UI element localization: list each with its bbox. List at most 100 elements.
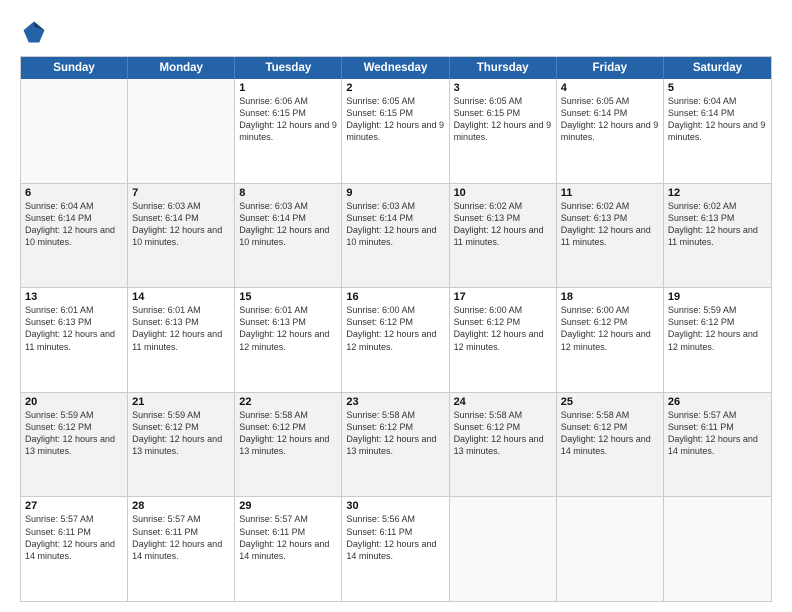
cell-info: Sunrise: 6:02 AM Sunset: 6:13 PM Dayligh…: [454, 200, 552, 249]
calendar-cell: 26Sunrise: 5:57 AM Sunset: 6:11 PM Dayli…: [664, 393, 771, 497]
calendar-cell: 16Sunrise: 6:00 AM Sunset: 6:12 PM Dayli…: [342, 288, 449, 392]
day-number: 28: [132, 500, 230, 512]
calendar-cell: 17Sunrise: 6:00 AM Sunset: 6:12 PM Dayli…: [450, 288, 557, 392]
day-number: 26: [668, 396, 767, 408]
day-number: 1: [239, 82, 337, 94]
cell-info: Sunrise: 5:56 AM Sunset: 6:11 PM Dayligh…: [346, 513, 444, 562]
day-number: 29: [239, 500, 337, 512]
cell-info: Sunrise: 6:05 AM Sunset: 6:14 PM Dayligh…: [561, 95, 659, 144]
cell-info: Sunrise: 6:03 AM Sunset: 6:14 PM Dayligh…: [239, 200, 337, 249]
day-number: 12: [668, 187, 767, 199]
cell-info: Sunrise: 6:00 AM Sunset: 6:12 PM Dayligh…: [346, 304, 444, 353]
day-number: 30: [346, 500, 444, 512]
day-number: 8: [239, 187, 337, 199]
day-number: 11: [561, 187, 659, 199]
calendar-cell: 29Sunrise: 5:57 AM Sunset: 6:11 PM Dayli…: [235, 497, 342, 601]
calendar-cell: 15Sunrise: 6:01 AM Sunset: 6:13 PM Dayli…: [235, 288, 342, 392]
day-number: 6: [25, 187, 123, 199]
logo: [20, 18, 52, 46]
cell-info: Sunrise: 6:01 AM Sunset: 6:13 PM Dayligh…: [25, 304, 123, 353]
day-number: 7: [132, 187, 230, 199]
day-number: 13: [25, 291, 123, 303]
day-number: 21: [132, 396, 230, 408]
calendar-cell: [21, 79, 128, 183]
day-number: 9: [346, 187, 444, 199]
day-number: 24: [454, 396, 552, 408]
day-number: 20: [25, 396, 123, 408]
calendar-cell: [557, 497, 664, 601]
cell-info: Sunrise: 6:02 AM Sunset: 6:13 PM Dayligh…: [561, 200, 659, 249]
calendar-header-cell: Wednesday: [342, 57, 449, 79]
calendar-cell: 14Sunrise: 6:01 AM Sunset: 6:13 PM Dayli…: [128, 288, 235, 392]
cell-info: Sunrise: 5:59 AM Sunset: 6:12 PM Dayligh…: [668, 304, 767, 353]
calendar-cell: [664, 497, 771, 601]
cell-info: Sunrise: 5:57 AM Sunset: 6:11 PM Dayligh…: [668, 409, 767, 458]
cell-info: Sunrise: 5:58 AM Sunset: 6:12 PM Dayligh…: [561, 409, 659, 458]
calendar-row: 6Sunrise: 6:04 AM Sunset: 6:14 PM Daylig…: [21, 184, 771, 289]
calendar-cell: [128, 79, 235, 183]
calendar-cell: 4Sunrise: 6:05 AM Sunset: 6:14 PM Daylig…: [557, 79, 664, 183]
calendar-cell: 10Sunrise: 6:02 AM Sunset: 6:13 PM Dayli…: [450, 184, 557, 288]
day-number: 15: [239, 291, 337, 303]
calendar-cell: 9Sunrise: 6:03 AM Sunset: 6:14 PM Daylig…: [342, 184, 449, 288]
day-number: 4: [561, 82, 659, 94]
cell-info: Sunrise: 5:58 AM Sunset: 6:12 PM Dayligh…: [454, 409, 552, 458]
day-number: 18: [561, 291, 659, 303]
calendar-header-cell: Sunday: [21, 57, 128, 79]
cell-info: Sunrise: 6:05 AM Sunset: 6:15 PM Dayligh…: [346, 95, 444, 144]
calendar-row: 13Sunrise: 6:01 AM Sunset: 6:13 PM Dayli…: [21, 288, 771, 393]
calendar-cell: 8Sunrise: 6:03 AM Sunset: 6:14 PM Daylig…: [235, 184, 342, 288]
calendar-header-cell: Tuesday: [235, 57, 342, 79]
cell-info: Sunrise: 5:57 AM Sunset: 6:11 PM Dayligh…: [239, 513, 337, 562]
calendar-cell: 2Sunrise: 6:05 AM Sunset: 6:15 PM Daylig…: [342, 79, 449, 183]
cell-info: Sunrise: 6:04 AM Sunset: 6:14 PM Dayligh…: [25, 200, 123, 249]
day-number: 27: [25, 500, 123, 512]
calendar: SundayMondayTuesdayWednesdayThursdayFrid…: [20, 56, 772, 602]
day-number: 16: [346, 291, 444, 303]
calendar-cell: 30Sunrise: 5:56 AM Sunset: 6:11 PM Dayli…: [342, 497, 449, 601]
cell-info: Sunrise: 5:59 AM Sunset: 6:12 PM Dayligh…: [25, 409, 123, 458]
day-number: 22: [239, 396, 337, 408]
cell-info: Sunrise: 6:04 AM Sunset: 6:14 PM Dayligh…: [668, 95, 767, 144]
calendar-cell: 25Sunrise: 5:58 AM Sunset: 6:12 PM Dayli…: [557, 393, 664, 497]
cell-info: Sunrise: 5:57 AM Sunset: 6:11 PM Dayligh…: [132, 513, 230, 562]
calendar-cell: [450, 497, 557, 601]
cell-info: Sunrise: 6:01 AM Sunset: 6:13 PM Dayligh…: [239, 304, 337, 353]
cell-info: Sunrise: 6:01 AM Sunset: 6:13 PM Dayligh…: [132, 304, 230, 353]
calendar-cell: 21Sunrise: 5:59 AM Sunset: 6:12 PM Dayli…: [128, 393, 235, 497]
day-number: 5: [668, 82, 767, 94]
cell-info: Sunrise: 5:57 AM Sunset: 6:11 PM Dayligh…: [25, 513, 123, 562]
calendar-cell: 22Sunrise: 5:58 AM Sunset: 6:12 PM Dayli…: [235, 393, 342, 497]
calendar-row: 20Sunrise: 5:59 AM Sunset: 6:12 PM Dayli…: [21, 393, 771, 498]
day-number: 23: [346, 396, 444, 408]
day-number: 25: [561, 396, 659, 408]
day-number: 10: [454, 187, 552, 199]
calendar-header-cell: Thursday: [450, 57, 557, 79]
calendar-header-cell: Saturday: [664, 57, 771, 79]
calendar-body: 1Sunrise: 6:06 AM Sunset: 6:15 PM Daylig…: [21, 79, 771, 601]
page: SundayMondayTuesdayWednesdayThursdayFrid…: [0, 0, 792, 612]
calendar-header-row: SundayMondayTuesdayWednesdayThursdayFrid…: [21, 57, 771, 79]
cell-info: Sunrise: 5:58 AM Sunset: 6:12 PM Dayligh…: [239, 409, 337, 458]
calendar-cell: 23Sunrise: 5:58 AM Sunset: 6:12 PM Dayli…: [342, 393, 449, 497]
day-number: 19: [668, 291, 767, 303]
header: [20, 18, 772, 46]
calendar-cell: 5Sunrise: 6:04 AM Sunset: 6:14 PM Daylig…: [664, 79, 771, 183]
calendar-cell: 6Sunrise: 6:04 AM Sunset: 6:14 PM Daylig…: [21, 184, 128, 288]
calendar-header-cell: Monday: [128, 57, 235, 79]
calendar-cell: 13Sunrise: 6:01 AM Sunset: 6:13 PM Dayli…: [21, 288, 128, 392]
calendar-cell: 7Sunrise: 6:03 AM Sunset: 6:14 PM Daylig…: [128, 184, 235, 288]
calendar-cell: 27Sunrise: 5:57 AM Sunset: 6:11 PM Dayli…: [21, 497, 128, 601]
logo-icon: [20, 18, 48, 46]
cell-info: Sunrise: 6:02 AM Sunset: 6:13 PM Dayligh…: [668, 200, 767, 249]
calendar-cell: 24Sunrise: 5:58 AM Sunset: 6:12 PM Dayli…: [450, 393, 557, 497]
cell-info: Sunrise: 5:58 AM Sunset: 6:12 PM Dayligh…: [346, 409, 444, 458]
cell-info: Sunrise: 6:03 AM Sunset: 6:14 PM Dayligh…: [132, 200, 230, 249]
calendar-cell: 12Sunrise: 6:02 AM Sunset: 6:13 PM Dayli…: [664, 184, 771, 288]
day-number: 14: [132, 291, 230, 303]
calendar-cell: 20Sunrise: 5:59 AM Sunset: 6:12 PM Dayli…: [21, 393, 128, 497]
calendar-cell: 19Sunrise: 5:59 AM Sunset: 6:12 PM Dayli…: [664, 288, 771, 392]
cell-info: Sunrise: 6:03 AM Sunset: 6:14 PM Dayligh…: [346, 200, 444, 249]
day-number: 2: [346, 82, 444, 94]
cell-info: Sunrise: 6:00 AM Sunset: 6:12 PM Dayligh…: [561, 304, 659, 353]
